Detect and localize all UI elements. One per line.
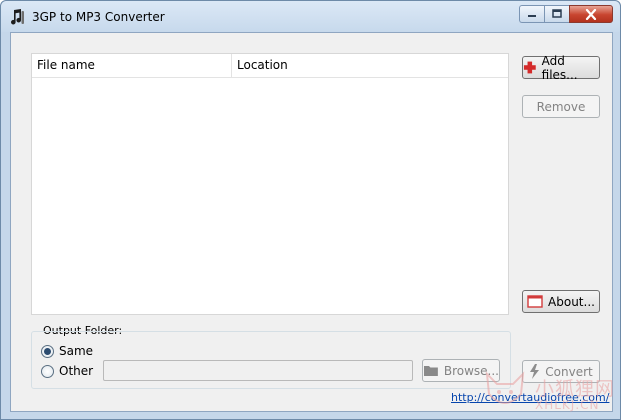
column-header-file-name[interactable]: File name [32,54,232,77]
window-icon [527,295,543,308]
remove-label: Remove [536,99,586,114]
radio-same[interactable] [41,344,54,358]
convert-button[interactable]: Convert [522,360,600,383]
file-list-header: File name Location [32,54,508,78]
close-button[interactable] [569,5,613,23]
add-files-label: Add files... [541,53,578,82]
title-bar[interactable]: 3GP to MP3 Converter [1,1,620,32]
app-window: 3GP to MP3 Converter File name Location [0,0,621,420]
maximize-icon [552,9,562,18]
radio-same-label: Same [59,344,94,358]
plus-icon [523,61,536,74]
music-note-icon [11,9,24,25]
window-title: 3GP to MP3 Converter [32,10,165,24]
radio-selected-dot [44,347,51,355]
remove-button[interactable]: Remove [522,95,600,118]
close-icon [585,8,597,20]
about-button[interactable]: About... [522,290,600,313]
radio-other-label: Other [59,364,94,378]
folder-icon [423,366,438,376]
column-header-location[interactable]: Location [232,54,508,77]
browse-label: Browse... [443,363,499,378]
minimize-button[interactable] [519,5,544,23]
convert-label: Convert [545,364,593,379]
about-label: About... [548,294,595,309]
website-link[interactable]: http://convertaudiofree.com/ [451,391,609,404]
output-path-input[interactable] [103,360,413,381]
minimize-icon [528,15,536,17]
maximize-button[interactable] [544,5,569,23]
file-list[interactable]: File name Location [31,53,509,315]
add-files-button[interactable]: Add files... [522,53,600,82]
radio-same-option[interactable]: Same [41,344,93,358]
client-area: File name Location Add files... Remove A… [10,32,613,412]
radio-other-option[interactable]: Other [41,364,93,378]
browse-button[interactable]: Browse... [422,359,500,382]
radio-other[interactable] [41,364,54,378]
caption-buttons [519,5,613,25]
lightning-icon [530,364,540,379]
